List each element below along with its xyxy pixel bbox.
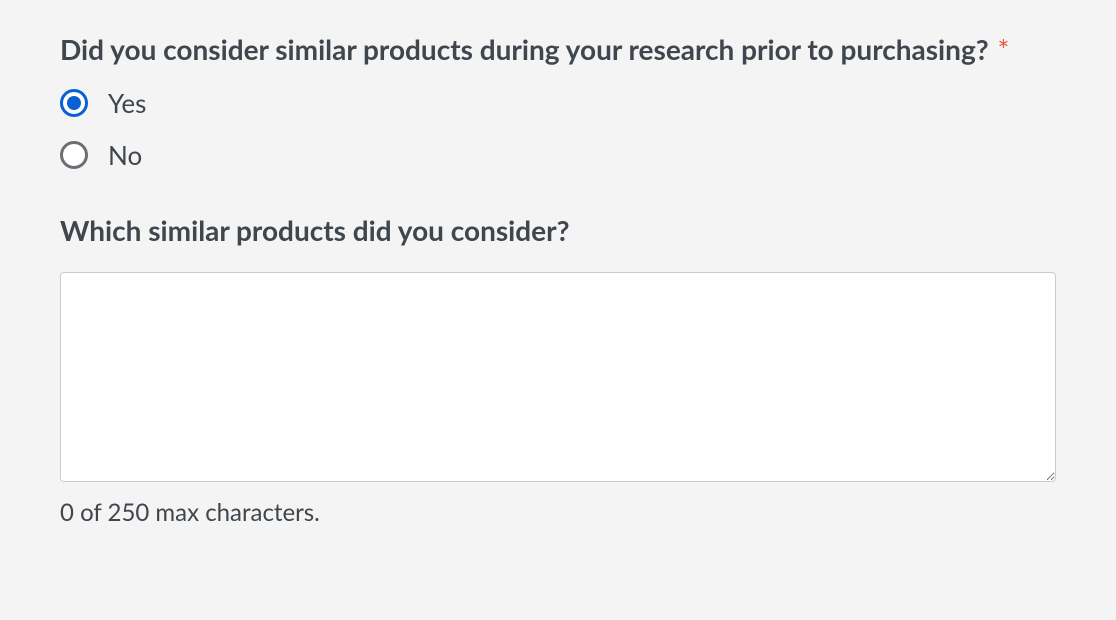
radio-label: Yes xyxy=(108,87,146,119)
similar-products-textarea[interactable] xyxy=(60,272,1056,482)
radio-option-yes[interactable]: Yes xyxy=(60,87,1056,119)
radio-option-no[interactable]: No xyxy=(60,139,1056,171)
question-label: Which similar products did you consider? xyxy=(60,211,1056,250)
char-counter: 0 of 250 max characters. xyxy=(60,498,1056,527)
radio-group: Yes No xyxy=(60,87,1056,171)
radio-icon xyxy=(60,89,88,117)
question-text: Did you consider similar products during… xyxy=(60,32,989,66)
radio-label: No xyxy=(108,139,142,171)
question-text: Which similar products did you consider? xyxy=(60,213,569,247)
required-indicator: * xyxy=(997,32,1009,66)
question-considered-similar: Did you consider similar products during… xyxy=(60,30,1056,171)
radio-dot-icon xyxy=(67,96,81,110)
question-label: Did you consider similar products during… xyxy=(60,30,1056,69)
radio-icon xyxy=(60,141,88,169)
question-which-products: Which similar products did you consider?… xyxy=(60,211,1056,527)
